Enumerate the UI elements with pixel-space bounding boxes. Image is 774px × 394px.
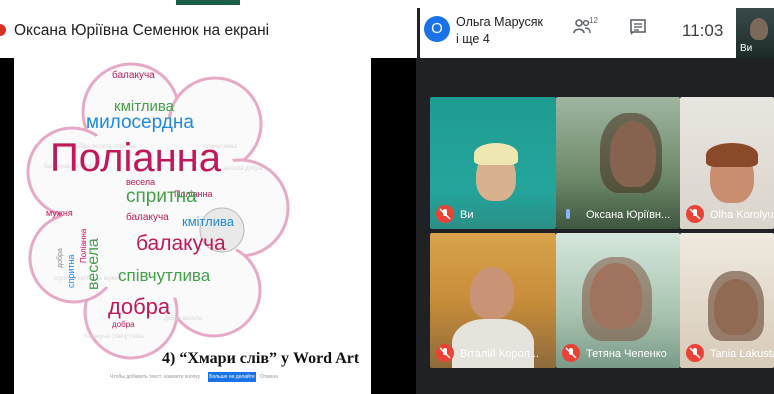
slide-footer-text: Чтобы добавить текст, нажмите кнопку — [110, 374, 201, 380]
participants-chip-name: Ольга Марусяк — [456, 15, 544, 29]
word-cloud-word: спритна — [126, 186, 197, 207]
participant-grid: Ви Оксана Юріївн... Olha Korolyuk Віталі… — [416, 58, 774, 394]
word-cloud-word: балакуча — [112, 70, 155, 81]
word-cloud-word: співчутлива — [118, 266, 211, 285]
participant-tile[interactable]: Ви — [430, 97, 556, 229]
word-cloud-word: мужня — [46, 208, 73, 218]
svg-text:Поліанна: Поліанна — [79, 228, 88, 263]
participant-video — [708, 271, 764, 341]
presenting-indicator-icon — [0, 24, 6, 36]
participant-tile[interactable]: Tania Lakusta — [680, 233, 774, 368]
participant-tile[interactable]: Віталій Корол... — [430, 233, 556, 368]
mic-off-icon — [436, 344, 454, 362]
mic-off-icon — [562, 344, 580, 362]
participant-video — [600, 113, 662, 193]
participant-video — [474, 143, 518, 165]
participant-name: Оксана Юріївн... — [586, 209, 671, 221]
participants-chip-more: і ще 4 — [456, 32, 490, 46]
participant-name: Tania Lakusta — [710, 348, 774, 360]
participant-name: Olha Korolyuk — [710, 209, 774, 221]
word-cloud-word: кмітлива — [182, 214, 235, 229]
avatar[interactable]: О — [424, 16, 450, 42]
slide-caption: 4) “Хмари слів” у Word Art — [162, 350, 360, 367]
clock: 11:03 — [682, 21, 724, 40]
word-cloud-word: балакуча — [136, 232, 226, 255]
svg-text:спритна: спритна — [66, 254, 76, 288]
self-video — [750, 18, 768, 40]
svg-text:балакуча співчутлива: балакуча співчутлива — [84, 334, 145, 340]
top-bar: Оксана Юріївна Семенюк на екрані О Ольга… — [0, 0, 774, 58]
divider — [417, 8, 420, 58]
presentation-area: мужня добра весела спритна балакуча кміт… — [0, 58, 416, 394]
svg-text:добра: добра — [56, 248, 64, 268]
word-cloud-word: добра — [108, 294, 171, 319]
mic-off-icon — [436, 205, 454, 223]
participant-video — [706, 143, 758, 167]
word-cloud-word: добра — [112, 320, 135, 329]
slide-footer-button[interactable]: Больше не делайте — [208, 372, 256, 382]
participant-tile[interactable]: Olha Korolyuk — [680, 97, 774, 229]
people-count: 12 — [589, 16, 598, 25]
svg-text:весела добра: весела добра — [224, 166, 263, 172]
word-cloud-word: балакуча — [126, 212, 169, 223]
self-view-tile[interactable]: Ви — [736, 8, 774, 58]
participant-video — [470, 267, 514, 319]
word-cloud-word: Поліанна — [50, 136, 222, 180]
self-view-label: Ви — [740, 43, 753, 54]
participants-chip[interactable]: Ольга Марусяк і ще 4 — [456, 14, 543, 48]
participant-name: Ви — [460, 209, 474, 221]
mic-off-icon — [686, 205, 704, 223]
presentation-title: Оксана Юріївна Семенюк на екрані — [14, 22, 270, 39]
mic-active-icon — [566, 209, 570, 219]
presentation-slide: мужня добра весела спритна балакуча кміт… — [14, 58, 371, 394]
participant-name: Віталій Корол... — [460, 348, 539, 360]
participant-video — [452, 319, 534, 368]
mic-off-icon — [686, 344, 704, 362]
word-cloud-word: милосердна — [86, 112, 194, 133]
participant-tile[interactable]: Оксана Юріївн... — [556, 97, 680, 229]
chat-icon[interactable] — [629, 18, 647, 41]
participant-video — [582, 257, 652, 341]
participant-tile[interactable]: Тетяна Чепенко — [556, 233, 680, 368]
slide-footer-cancel[interactable]: Отмена — [260, 374, 278, 380]
participant-name: Тетяна Чепенко — [586, 348, 667, 360]
browser-tab-indicator — [176, 0, 240, 5]
